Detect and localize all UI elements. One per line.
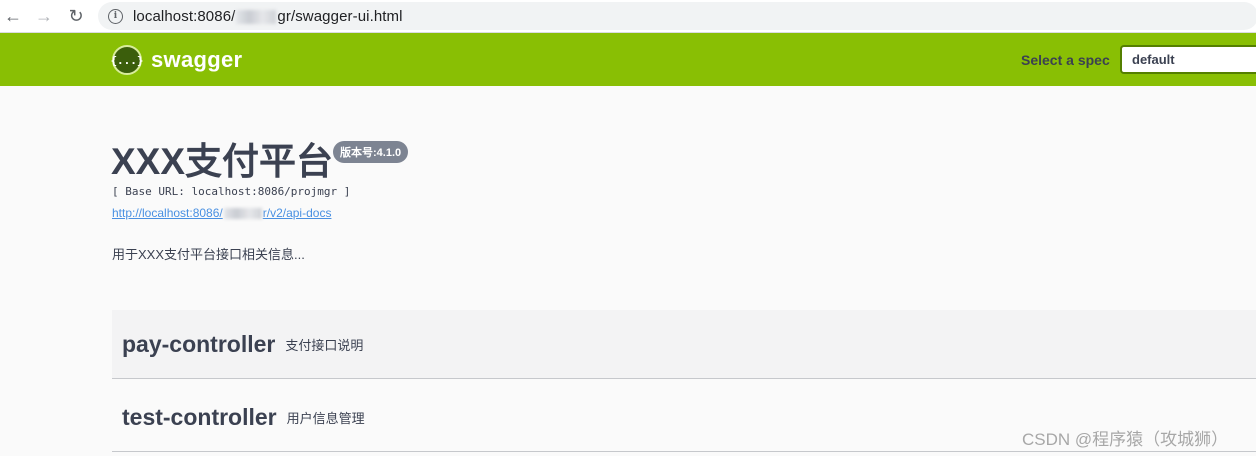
back-arrow-icon[interactable]: ← <box>1 4 25 28</box>
url-text[interactable]: localhost:8086/gr/swagger-ui.html <box>133 8 403 25</box>
docs-link-redaction <box>223 208 262 220</box>
browser-toolbar: ← → ↻ i localhost:8086/gr/swagger-ui.htm… <box>0 0 1256 33</box>
swagger-logo-icon: {...} <box>110 45 144 75</box>
spec-select[interactable]: default <box>1120 45 1256 74</box>
select-spec-label: Select a spec <box>1021 52 1110 68</box>
reload-icon[interactable]: ↻ <box>64 4 88 28</box>
tag-description: 用户信息管理 <box>286 410 365 426</box>
csdn-watermark: CSDN @程序猿（攻城狮） <box>1022 430 1229 449</box>
url-suffix: gr/swagger-ui.html <box>277 7 403 25</box>
swagger-topbar: {...} swagger Select a spec default <box>0 33 1256 86</box>
base-url: [ Base URL: localhost:8086/projmgr ] <box>112 185 351 198</box>
tag-pay-controller[interactable]: pay-controller 支付接口说明 <box>112 310 1256 379</box>
address-bar[interactable]: i localhost:8086/gr/swagger-ui.html <box>98 2 1256 30</box>
url-prefix: localhost:8086/ <box>133 7 236 25</box>
tag-description: 支付接口说明 <box>285 337 364 353</box>
docs-link-prefix: http://localhost:8086/ <box>112 206 223 220</box>
tag-name: pay-controller <box>122 330 276 357</box>
swagger-logo[interactable]: {...} swagger <box>110 45 243 75</box>
version-badge: 版本号:4.1.0 <box>333 141 409 163</box>
api-title: XXX支付平台 <box>111 141 334 182</box>
url-redaction <box>236 9 277 24</box>
api-docs-link[interactable]: http://localhost:8086/r/v2/api-docs <box>112 206 331 220</box>
docs-link-suffix: r/v2/api-docs <box>262 206 332 220</box>
tag-name: test-controller <box>122 403 277 430</box>
swagger-logo-text: swagger <box>151 47 243 72</box>
api-description: 用于XXX支付平台接口相关信息... <box>112 247 305 262</box>
forward-arrow-icon[interactable]: → <box>32 4 56 28</box>
info-icon[interactable]: i <box>108 8 123 24</box>
